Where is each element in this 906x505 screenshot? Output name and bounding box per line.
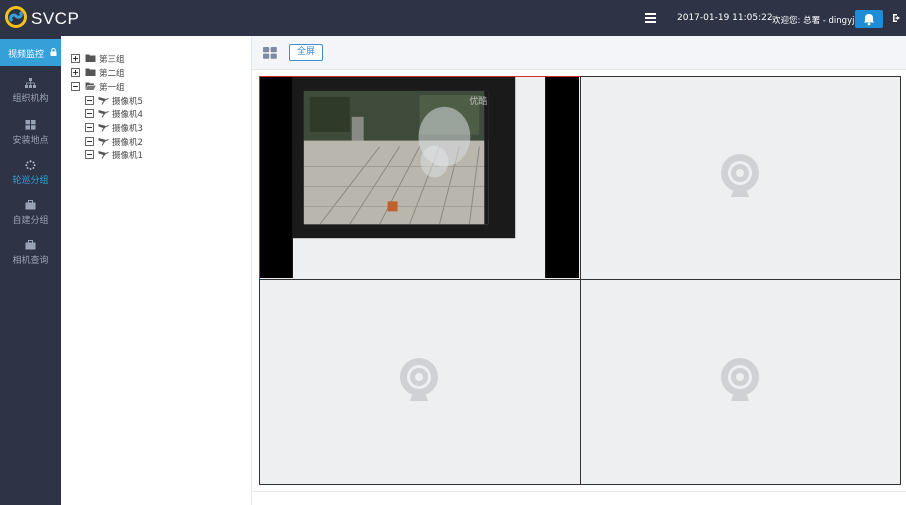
folder-icon <box>85 68 96 76</box>
tree-leaf-toggle-icon <box>85 109 94 118</box>
welcome-user: 欢迎您: 总署 - dingyj <box>772 16 855 26</box>
tree-group-3[interactable]: 第三组 <box>71 53 241 65</box>
folder-open-icon <box>85 82 96 90</box>
tree-group-label: 第一组 <box>99 83 125 93</box>
tree-camera-label: 摄像机5 <box>112 97 143 107</box>
sitemap-icon <box>25 78 36 88</box>
camera-icon <box>98 138 109 146</box>
tree-leaf-toggle-icon <box>85 150 94 159</box>
briefcase-icon <box>25 240 36 250</box>
video-watermark: 优酷 <box>469 95 487 107</box>
nav-video-monitor[interactable]: 视频监控 <box>0 39 61 66</box>
webcam-placeholder-icon <box>721 358 759 401</box>
video-cell-3[interactable] <box>259 279 581 485</box>
layout-grid-icon[interactable] <box>263 47 277 59</box>
tree-camera-4[interactable]: 摄像机4 <box>85 108 235 120</box>
tree-group-2[interactable]: 第二组 <box>71 67 241 79</box>
tree-camera-label: 摄像机3 <box>112 124 143 134</box>
nav-item-label: 相机查询 <box>12 256 49 266</box>
bell-icon <box>864 14 874 26</box>
webcam-placeholder-icon <box>721 154 759 197</box>
bottom-strip <box>252 491 906 505</box>
nav-video-monitor-label: 视频监控 <box>8 50 45 60</box>
camera-icon <box>98 97 109 105</box>
logout-icon[interactable] <box>892 13 902 23</box>
video-cell-2[interactable] <box>580 76 901 280</box>
tree-camera-label: 摄像机1 <box>112 151 143 161</box>
tree-group-label: 第二组 <box>99 69 125 79</box>
camera-icon <box>98 151 109 159</box>
folder-icon <box>85 54 96 62</box>
tree-camera-5[interactable]: 摄像机5 <box>85 95 235 107</box>
video-cell-1[interactable]: 优酷 <box>259 76 581 280</box>
nav-item-label: 安装地点 <box>12 136 49 146</box>
hamburger-menu-icon[interactable] <box>645 13 656 23</box>
tree-camera-label: 摄像机4 <box>112 110 143 120</box>
expand-toggle-icon[interactable] <box>71 68 80 77</box>
briefcase-icon <box>25 200 36 210</box>
camera-icon <box>98 124 109 132</box>
collapse-toggle-icon[interactable] <box>71 82 80 91</box>
camera-tree-panel: 第三组 第二组 第一组 摄像机5 摄像机4 摄像机3 摄像机2 摄像机1 <box>61 36 252 505</box>
camera-icon <box>98 110 109 118</box>
fullscreen-button[interactable]: 全屏 <box>289 44 323 61</box>
current-datetime: 2017-01-19 11:05:22 <box>677 13 773 23</box>
expand-toggle-icon[interactable] <box>71 54 80 63</box>
nav-item-label: 自建分组 <box>12 216 49 226</box>
top-header: SVCP 2017-01-19 11:05:22 欢迎您: 总署 - dingy… <box>0 0 906 36</box>
nav-item-install-location[interactable]: 安装地点 <box>0 120 61 156</box>
video-toolbar: 全屏 <box>252 36 906 70</box>
webcam-placeholder-icon <box>400 358 438 401</box>
notification-button[interactable] <box>855 10 883 28</box>
tree-camera-label: 摄像机2 <box>112 138 143 148</box>
tree-camera-1[interactable]: 摄像机1 <box>85 149 235 161</box>
tree-leaf-toggle-icon <box>85 96 94 105</box>
tree-camera-3[interactable]: 摄像机3 <box>85 122 235 134</box>
tree-group-1[interactable]: 第一组 <box>71 81 241 93</box>
app-name: SVCP <box>31 9 80 28</box>
nav-item-label: 组织机构 <box>12 94 49 104</box>
nav-item-patrol-group[interactable]: 轮巡分组 <box>0 160 61 196</box>
nav-item-label: 轮巡分组 <box>12 176 49 186</box>
lock-icon <box>50 48 57 56</box>
nav-item-organization[interactable]: 组织机构 <box>0 78 61 114</box>
svcp-logo-icon <box>5 6 27 28</box>
grid-icon <box>25 120 36 130</box>
tree-group-label: 第三组 <box>99 55 125 65</box>
tree-camera-2[interactable]: 摄像机2 <box>85 136 235 148</box>
spinner-icon <box>25 160 36 170</box>
tree-leaf-toggle-icon <box>85 137 94 146</box>
left-nav: 视频监控 组织机构 安装地点 轮巡分组 自建分组 相机查询 <box>0 36 61 505</box>
nav-item-custom-group[interactable]: 自建分组 <box>0 200 61 236</box>
video-feed: 优酷 <box>260 77 579 278</box>
tree-leaf-toggle-icon <box>85 123 94 132</box>
nav-item-camera-query[interactable]: 相机查询 <box>0 240 61 276</box>
video-cell-4[interactable] <box>580 279 901 485</box>
